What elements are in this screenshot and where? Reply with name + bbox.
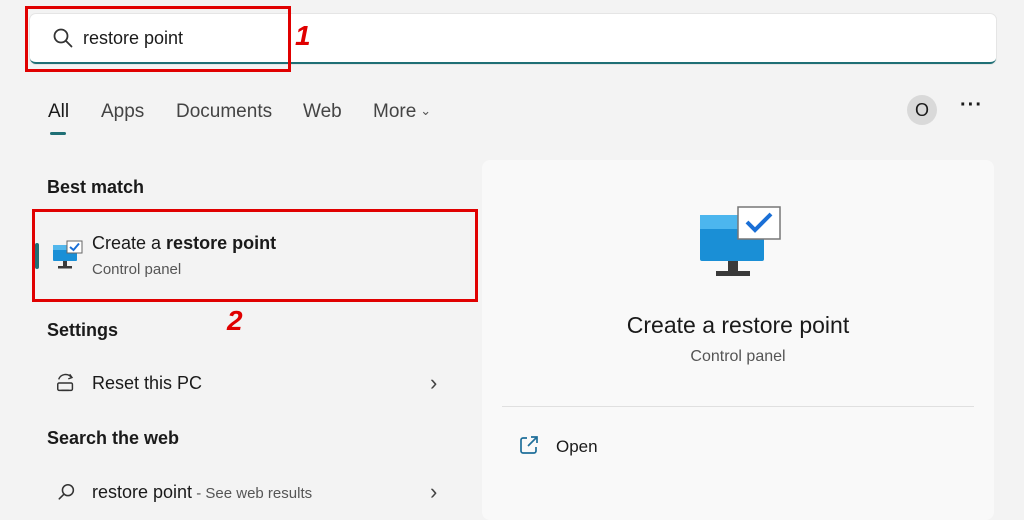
chevron-down-icon: ⌄	[420, 103, 432, 118]
more-options-icon[interactable]: ···	[960, 94, 983, 117]
avatar[interactable]: O	[907, 95, 937, 125]
web-query: restore point	[92, 482, 193, 502]
preview-subtitle: Control panel	[690, 348, 786, 365]
callout-box-search	[25, 6, 291, 72]
monitor-checkmark-large-icon	[700, 206, 781, 276]
preview-panel: Create a restore point Control panel Ope…	[482, 160, 994, 520]
tab-more-label: More	[373, 101, 417, 122]
settings-heading: Settings	[47, 320, 119, 340]
open-external-icon	[520, 436, 538, 454]
web-suffix: - See web results	[192, 485, 313, 502]
search-web-heading: Search the web	[47, 428, 180, 448]
tab-all[interactable]: All	[48, 101, 69, 123]
tab-more[interactable]: More ⌄	[373, 101, 431, 123]
tab-documents[interactable]: Documents	[176, 101, 272, 123]
open-label: Open	[556, 437, 598, 456]
best-match-heading: Best match	[47, 177, 145, 197]
tab-web[interactable]: Web	[303, 101, 342, 123]
web-search-icon	[58, 483, 75, 500]
tab-all-indicator	[50, 132, 66, 135]
preview-title: Create a restore point	[626, 312, 850, 338]
callout-number-1: 1	[295, 20, 311, 51]
chevron-right-icon: ›	[430, 370, 438, 395]
callout-number-2: 2	[227, 305, 243, 336]
reset-pc-icon	[57, 373, 74, 392]
settings-item-label: Reset this PC	[92, 373, 203, 393]
chevron-right-icon: ›	[430, 479, 438, 504]
tab-apps[interactable]: Apps	[101, 101, 144, 123]
divider	[502, 406, 974, 407]
callout-box-best-match	[32, 209, 478, 302]
avatar-letter: O	[914, 99, 929, 120]
web-result-text: restore point - See web results	[92, 482, 312, 503]
